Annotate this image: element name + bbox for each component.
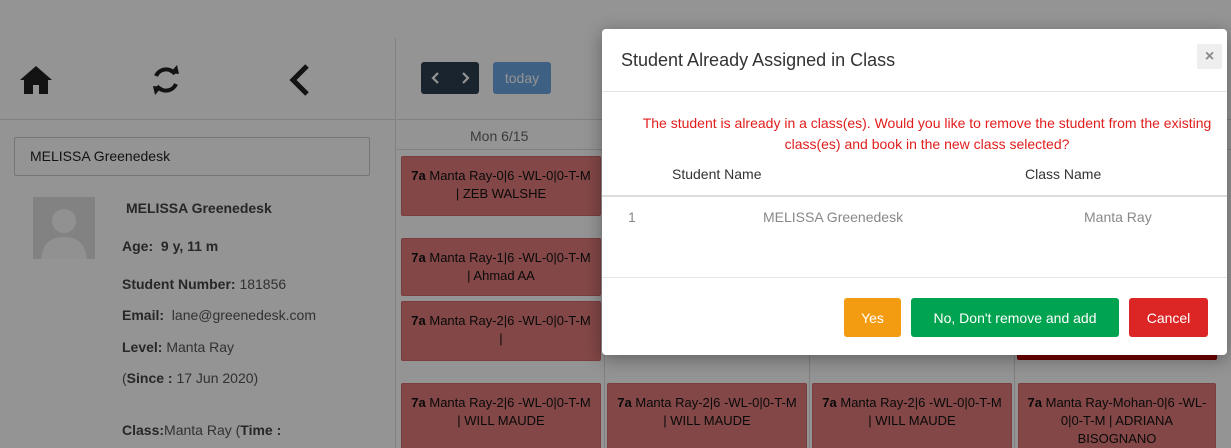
modal-header: Student Already Assigned in Class × xyxy=(602,29,1227,92)
modal-title: Student Already Assigned in Class xyxy=(621,50,896,70)
column-header-student-name: Student Name xyxy=(672,166,762,182)
student-assigned-dialog: Student Already Assigned in Class × The … xyxy=(602,29,1227,355)
yes-button[interactable]: Yes xyxy=(844,298,901,337)
column-header-class-name: Class Name xyxy=(1025,166,1102,182)
row-index: 1 xyxy=(628,209,636,225)
close-icon[interactable]: × xyxy=(1197,44,1222,69)
row-class-name: Manta Ray xyxy=(1084,209,1152,225)
dont-remove-and-add-button[interactable]: No, Don't remove and add xyxy=(911,298,1119,337)
modal-footer: Yes No, Don't remove and add Cancel xyxy=(602,277,1227,355)
cancel-button[interactable]: Cancel xyxy=(1129,298,1208,337)
warning-message: The student is already in a class(es). W… xyxy=(642,115,1212,152)
table-header-divider xyxy=(602,195,1227,197)
row-student-name: MELISSA Greenedesk xyxy=(763,209,904,225)
